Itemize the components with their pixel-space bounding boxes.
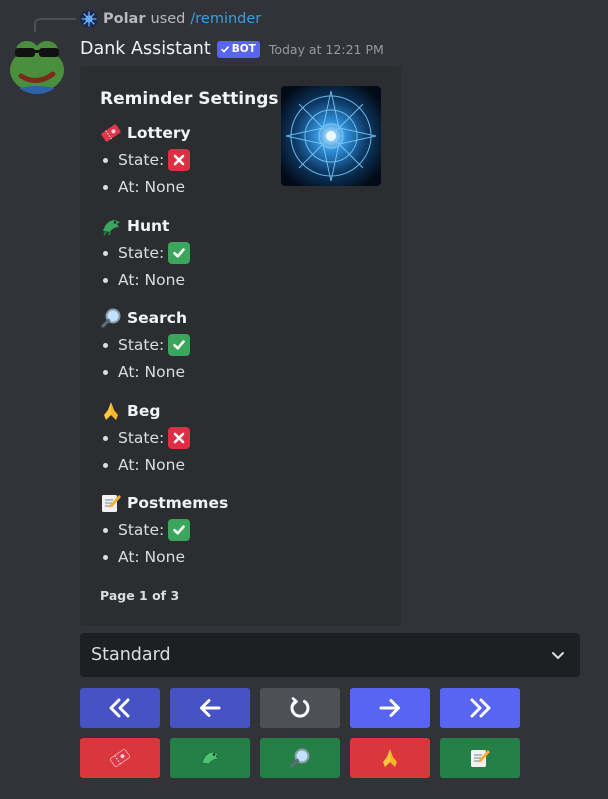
timestamp: Today at 12:21 PM	[268, 41, 384, 57]
bot-tag-label: BOT	[231, 43, 256, 55]
embed-title: Reminder Settings	[100, 89, 279, 109]
cross-mark-icon	[168, 149, 191, 171]
next-page-button[interactable]	[350, 688, 430, 728]
check-mark-icon	[168, 334, 191, 356]
embed-thumbnail[interactable]	[281, 86, 381, 186]
reply-used-text: used	[150, 11, 186, 27]
section-postmemes: Postmemes State: At: None	[100, 492, 228, 568]
magnifier-icon	[290, 748, 310, 768]
state-label: State:	[118, 151, 165, 169]
at-label: At: None	[118, 178, 185, 196]
polar-avatar-icon[interactable]	[80, 10, 98, 28]
embed: Reminder Settings Lottery State: At: Non…	[80, 66, 401, 626]
at-label: At: None	[118, 271, 185, 289]
section-beg: Beg State: At: None	[100, 400, 191, 476]
reply-connector	[34, 18, 76, 32]
section-title: Lottery	[127, 124, 191, 142]
first-page-button[interactable]	[80, 688, 160, 728]
state-label: State:	[118, 521, 165, 539]
section-hunt: Hunt State: At: None	[100, 215, 191, 291]
memo-icon	[471, 750, 490, 767]
double-chevron-right-icon	[470, 698, 491, 718]
at-label: At: None	[118, 456, 185, 474]
magnifier-icon	[101, 308, 121, 328]
chevron-down-icon	[552, 652, 564, 659]
postmemes-toggle-button[interactable]	[440, 738, 520, 778]
avatar[interactable]	[7, 34, 67, 94]
dragon-icon	[103, 220, 120, 236]
embed-footer: Page 1 of 3	[100, 588, 180, 603]
reply-username[interactable]: Polar	[103, 11, 146, 27]
double-chevron-left-icon	[109, 698, 130, 718]
section-title: Beg	[127, 402, 161, 420]
reply-command[interactable]: /reminder	[190, 11, 261, 27]
at-label: At: None	[118, 363, 185, 381]
check-icon	[220, 46, 229, 53]
section-lottery: Lottery State: At: None	[100, 122, 191, 198]
author-name[interactable]: Dank Assistant	[80, 39, 211, 59]
settings-select[interactable]: Standard	[80, 633, 580, 677]
memo-icon	[102, 495, 121, 512]
dragon-icon	[201, 751, 220, 768]
arrow-left-icon	[200, 699, 221, 717]
section-title: Hunt	[127, 217, 170, 235]
reply-preview[interactable]: Polar used /reminder	[80, 9, 261, 29]
arrow-right-icon	[379, 699, 400, 717]
state-label: State:	[118, 244, 165, 262]
at-label: At: None	[118, 548, 185, 566]
pepe-avatar-icon	[7, 34, 67, 94]
beg-toggle-button[interactable]	[350, 738, 430, 778]
cross-mark-icon	[168, 427, 191, 449]
ticket-icon	[101, 124, 121, 142]
section-title: Search	[127, 309, 188, 327]
praying-hands-icon	[104, 402, 118, 420]
state-label: State:	[118, 429, 165, 447]
select-value: Standard	[91, 645, 171, 665]
section-title: Postmemes	[127, 494, 229, 512]
ticket-icon	[109, 748, 131, 768]
refresh-icon	[290, 697, 310, 718]
hunt-toggle-button[interactable]	[170, 738, 250, 778]
state-label: State:	[118, 336, 165, 354]
bot-tag: BOT	[216, 40, 260, 58]
kaleidoscope-thumbnail-icon	[281, 86, 381, 186]
refresh-button[interactable]	[260, 688, 340, 728]
last-page-button[interactable]	[440, 688, 520, 728]
check-mark-icon	[168, 242, 191, 264]
search-toggle-button[interactable]	[260, 738, 340, 778]
section-search: Search State: At: None	[100, 307, 191, 383]
check-mark-icon	[168, 519, 191, 541]
praying-hands-icon	[383, 749, 397, 767]
prev-page-button[interactable]	[170, 688, 250, 728]
message-header: Dank Assistant BOT Today at 12:21 PM	[80, 37, 384, 61]
lottery-toggle-button[interactable]	[80, 738, 160, 778]
